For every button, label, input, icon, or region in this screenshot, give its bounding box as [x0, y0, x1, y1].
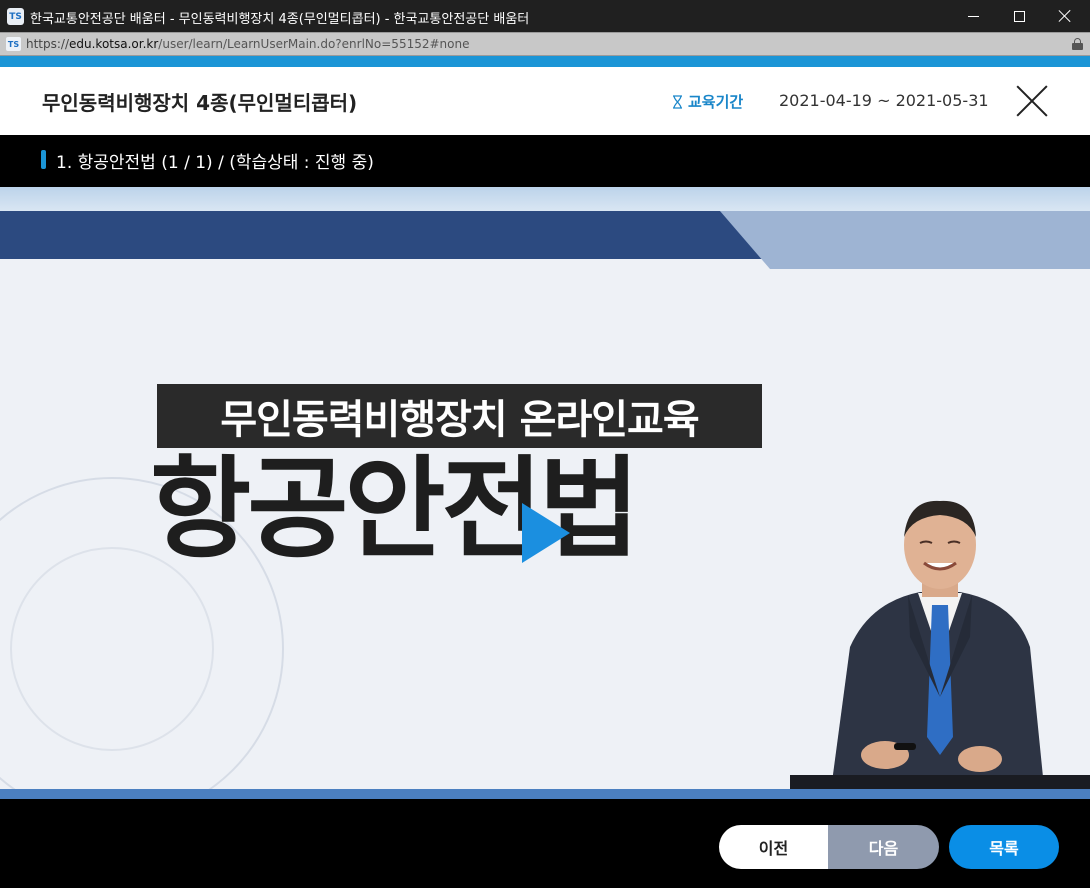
- window-titlebar: TS 한국교통안전공단 배움터 - 무인동력비행장치 4종(무인멀티콥터) - …: [0, 0, 1090, 32]
- window-close-button[interactable]: [1042, 0, 1088, 32]
- url-text[interactable]: https://edu.kotsa.or.kr/user/learn/Learn…: [26, 37, 469, 51]
- list-button[interactable]: 목록: [949, 825, 1059, 869]
- maximize-button[interactable]: [996, 0, 1042, 32]
- next-button[interactable]: 다음: [828, 825, 939, 869]
- close-player-button[interactable]: [1014, 83, 1050, 119]
- lock-icon: [1072, 38, 1083, 50]
- address-bar[interactable]: TS https://edu.kotsa.or.kr/user/learn/Le…: [0, 32, 1090, 56]
- play-icon[interactable]: [522, 503, 570, 563]
- video-subtitle-box: 무인동력비행장치 온라인교육: [157, 384, 762, 448]
- video-bg-decoration: [10, 547, 214, 751]
- close-icon: [1059, 10, 1071, 22]
- presenter-image: [790, 500, 1090, 797]
- video-light-banner: [720, 211, 1090, 269]
- hourglass-icon: [672, 94, 683, 109]
- url-scheme: https://: [26, 37, 70, 51]
- course-header: 무인동력비행장치 4종(무인멀티콥터) 교육기간 2021-04-19 ~ 20…: [0, 67, 1090, 135]
- video-navy-banner: [0, 211, 790, 259]
- minimize-button[interactable]: [950, 0, 996, 32]
- prev-button[interactable]: 이전: [719, 825, 828, 869]
- lesson-bar: 1. 항공안전법 (1 / 1) / (학습상태 : 진행 중): [0, 135, 1090, 187]
- window-title: 한국교통안전공단 배움터 - 무인동력비행장치 4종(무인멀티콥터) - 한국교…: [30, 12, 530, 27]
- video-player[interactable]: 무인동력비행장치 온라인교육 항공안전법: [0, 187, 1090, 799]
- lesson-marker: [41, 150, 46, 169]
- url-path: /user/learn/LearnUserMain.do?enrlNo=5515…: [158, 37, 470, 51]
- video-bottom-band: [0, 789, 1090, 799]
- site-favicon: TS: [6, 37, 21, 51]
- header-accent-strip: [0, 56, 1090, 67]
- minimize-icon: [967, 15, 979, 17]
- video-top-band: [0, 187, 1090, 211]
- education-period-label: 교육기간: [672, 91, 743, 112]
- app-icon: TS: [7, 8, 24, 25]
- education-period-value: 2021-04-19 ~ 2021-05-31: [779, 91, 989, 110]
- maximize-icon: [1013, 10, 1025, 22]
- video-subtitle: 무인동력비행장치 온라인교육: [220, 397, 699, 443]
- url-host: edu.kotsa.or.kr: [69, 37, 159, 51]
- lesson-title: 1. 항공안전법 (1 / 1) / (학습상태 : 진행 중): [56, 153, 374, 173]
- prev-next-group: 이전 다음: [719, 825, 939, 869]
- course-title: 무인동력비행장치 4종(무인멀티콥터): [42, 91, 358, 115]
- navigation-controls: 이전 다음 목록: [0, 799, 1090, 888]
- period-label-text: 교육기간: [688, 93, 744, 111]
